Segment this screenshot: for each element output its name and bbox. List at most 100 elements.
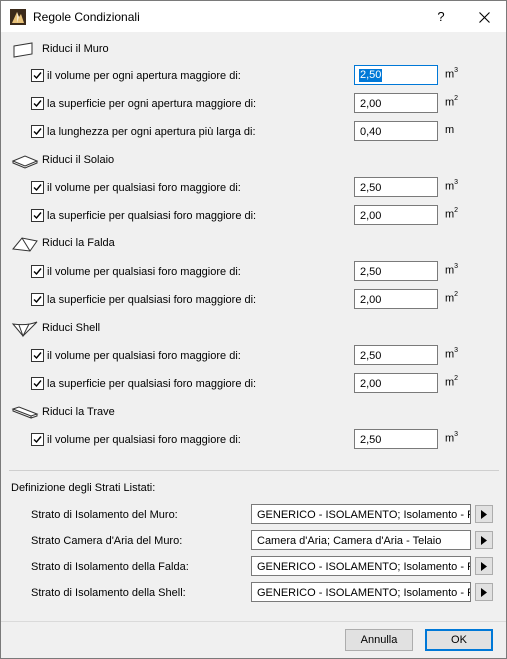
close-button[interactable] [467, 5, 501, 29]
slab-area-input[interactable]: 2,00 [354, 205, 438, 225]
check-icon [33, 128, 42, 136]
check-icon [33, 380, 42, 388]
section-beam-title: Riduci la Trave [42, 406, 115, 418]
check-icon [33, 212, 42, 220]
beam-volume-checkbox[interactable] [31, 433, 44, 446]
shell-volume-row: il volume per qualsiasi foro maggiore di… [1, 345, 506, 367]
slab-volume-value: 2,50 [360, 182, 382, 194]
roof-volume-checkbox[interactable] [31, 265, 44, 278]
wall-area-input[interactable]: 2,00 [354, 93, 438, 113]
section-slab-title: Riduci il Solaio [42, 154, 115, 166]
slab-area-label: la superficie per qualsiasi foro maggior… [47, 210, 257, 222]
slab-volume-label: il volume per qualsiasi foro maggiore di… [47, 182, 241, 194]
window-title: Regole Condizionali [33, 10, 140, 24]
shell-volume-checkbox[interactable] [31, 349, 44, 362]
roof-volume-label: il volume per qualsiasi foro maggiore di… [47, 266, 241, 278]
section-divider [9, 470, 499, 471]
wall-air-layer-field[interactable]: Camera d'Aria; Camera d'Aria - Telaio [251, 530, 471, 550]
roof-area-checkbox[interactable] [31, 293, 44, 306]
chevron-right-icon [481, 588, 487, 597]
help-button[interactable]: ? [429, 5, 453, 29]
wall-insulation-layer-label: Strato di Isolamento del Muro: [31, 509, 178, 521]
roof-area-row: la superficie per qualsiasi foro maggior… [1, 289, 506, 311]
title-bar: Regole Condizionali ? [1, 1, 506, 32]
wall-length-row: la lunghezza per ogni apertura più larga… [1, 121, 506, 143]
beam-volume-row: il volume per qualsiasi foro maggiore di… [1, 429, 506, 451]
wall-length-label: la lunghezza per ogni apertura più larga… [47, 126, 256, 138]
app-icon [10, 9, 26, 25]
wall-length-input[interactable]: 0,40 [354, 121, 438, 141]
roof-volume-value: 2,50 [360, 266, 382, 278]
slab-area-unit: m2 [445, 207, 459, 221]
check-icon [33, 72, 42, 80]
roof-icon [12, 237, 38, 252]
wall-area-label: la superficie per ogni apertura maggiore… [47, 98, 257, 110]
beam-volume-input[interactable]: 2,50 [354, 429, 438, 449]
shell-volume-value: 2,50 [360, 350, 382, 362]
wall-insulation-layer-picker-button[interactable] [475, 505, 493, 523]
shell-area-row: la superficie per qualsiasi foro maggior… [1, 373, 506, 395]
wall-volume-unit: m3 [445, 67, 459, 81]
slab-volume-input[interactable]: 2,50 [354, 177, 438, 197]
wall-air-layer-value: Camera d'Aria; Camera d'Aria - Telaio [257, 535, 442, 547]
shell-insulation-layer-label: Strato di Isolamento della Shell: [31, 587, 186, 599]
check-icon [33, 436, 42, 444]
chevron-right-icon [481, 536, 487, 545]
section-shell-title: Riduci Shell [42, 322, 101, 334]
slab-area-checkbox[interactable] [31, 209, 44, 222]
slab-icon [11, 155, 39, 169]
shell-insulation-layer-picker-button[interactable] [475, 583, 493, 601]
wall-volume-label: il volume per ogni apertura maggiore di: [47, 70, 241, 82]
wall-length-unit: m [445, 124, 455, 136]
beam-icon [11, 406, 39, 419]
roof-volume-input[interactable]: 2,50 [354, 261, 438, 281]
roof-insulation-layer-row: Strato di Isolamento della Falda: GENERI… [1, 556, 506, 578]
check-icon [33, 352, 42, 360]
wall-volume-input[interactable]: 2,50 [354, 65, 438, 85]
cancel-button[interactable]: Annulla [345, 629, 413, 651]
wall-area-checkbox[interactable] [31, 97, 44, 110]
shell-area-input[interactable]: 2,00 [354, 373, 438, 393]
roof-area-input[interactable]: 2,00 [354, 289, 438, 309]
shell-volume-label: il volume per qualsiasi foro maggiore di… [47, 350, 241, 362]
wall-area-unit: m2 [445, 95, 459, 109]
roof-insulation-layer-value: GENERICO - ISOLAMENTO; Isolamento - F [257, 561, 471, 573]
wall-length-checkbox[interactable] [31, 125, 44, 138]
slab-volume-checkbox[interactable] [31, 181, 44, 194]
roof-insulation-layer-label: Strato di Isolamento della Falda: [31, 561, 189, 573]
shell-insulation-layer-value: GENERICO - ISOLAMENTO; Isolamento - F [257, 587, 471, 599]
roof-area-value: 2,00 [360, 294, 382, 306]
shell-icon [11, 321, 38, 338]
beam-volume-value: 2,50 [360, 434, 382, 446]
slab-volume-unit: m3 [445, 179, 459, 193]
chevron-right-icon [481, 510, 487, 519]
roof-area-unit: m2 [445, 291, 459, 305]
chevron-right-icon [481, 562, 487, 571]
footer-divider [1, 621, 506, 622]
slab-volume-row: il volume per qualsiasi foro maggiore di… [1, 177, 506, 199]
wall-volume-checkbox[interactable] [31, 69, 44, 82]
wall-insulation-layer-row: Strato di Isolamento del Muro: GENERICO … [1, 504, 506, 526]
ok-button[interactable]: OK [425, 629, 493, 651]
shell-area-value: 2,00 [360, 378, 382, 390]
wall-air-layer-row: Strato Camera d'Aria del Muro: Camera d'… [1, 530, 506, 552]
roof-volume-row: il volume per qualsiasi foro maggiore di… [1, 261, 506, 283]
shell-insulation-layer-field[interactable]: GENERICO - ISOLAMENTO; Isolamento - F [251, 582, 471, 602]
layers-definition-title: Definizione degli Strati Listati: [11, 482, 156, 494]
check-icon [33, 296, 42, 304]
section-roof-title: Riduci la Falda [42, 237, 115, 249]
wall-insulation-layer-value: GENERICO - ISOLAMENTO; Isolamento - F [257, 509, 471, 521]
roof-insulation-layer-field[interactable]: GENERICO - ISOLAMENTO; Isolamento - F [251, 556, 471, 576]
check-icon [33, 100, 42, 108]
check-icon [33, 184, 42, 192]
shell-volume-input[interactable]: 2,50 [354, 345, 438, 365]
beam-volume-unit: m3 [445, 431, 459, 445]
wall-volume-value: 2,50 [359, 69, 383, 82]
close-icon [479, 12, 490, 23]
roof-volume-unit: m3 [445, 263, 459, 277]
wall-air-layer-picker-button[interactable] [475, 531, 493, 549]
shell-area-checkbox[interactable] [31, 377, 44, 390]
wall-insulation-layer-field[interactable]: GENERICO - ISOLAMENTO; Isolamento - F [251, 504, 471, 524]
roof-insulation-layer-picker-button[interactable] [475, 557, 493, 575]
slab-area-row: la superficie per qualsiasi foro maggior… [1, 205, 506, 227]
